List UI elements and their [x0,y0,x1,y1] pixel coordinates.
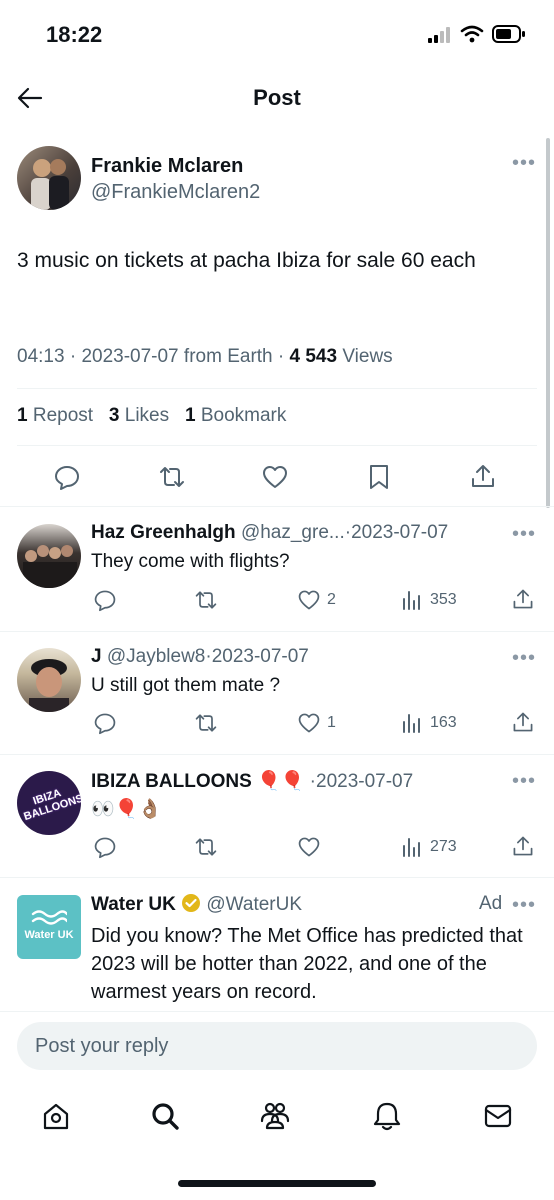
reply-icon[interactable] [93,588,117,612]
post-text: 3 music on tickets at pacha Ibiza for sa… [17,249,476,272]
post-time: 04:13 [17,346,65,367]
notifications-icon[interactable] [372,1100,402,1132]
more-options-icon[interactable]: ••• [512,523,536,546]
author-name[interactable]: Frankie Mclaren [91,155,243,178]
reply-header: J @Jayblew8·2023-07-07 [91,646,309,667]
views-count: 163 [430,714,457,731]
reply-input[interactable]: Post your reply [17,1022,537,1070]
divider [0,877,554,878]
reply-icon[interactable] [53,463,81,491]
home-indicator[interactable] [178,1180,376,1187]
more-options-icon[interactable]: ••• [512,647,536,670]
water-uk-logo-text: Water UK [24,929,74,941]
views-icon[interactable] [401,712,423,734]
views-count: 4 543 [289,346,338,367]
reply-icon[interactable] [93,711,117,735]
divider [0,631,554,632]
bookmarks-stat[interactable]: 1 Bookmark [185,405,286,426]
reply-author-name[interactable]: Haz Greenhalgh [91,522,236,543]
author-avatar[interactable] [17,146,81,210]
reply-date: 2023-07-07 [211,646,309,667]
search-icon[interactable] [150,1101,180,1131]
likes-count: 3 [108,405,120,426]
divider [0,1011,554,1012]
post-date: 2023-07-07 [81,346,179,367]
reply-text: 👀🎈👌🏽 [91,799,162,820]
reply-header: Haz Greenhalgh @haz_gre...·2023-07-07 [91,522,449,543]
repost-icon[interactable] [193,588,219,612]
reply-author-handle[interactable]: @haz_gre... [241,522,345,543]
messages-icon[interactable] [483,1103,513,1129]
status-time: 18:22 [46,22,103,47]
divider [0,506,554,507]
views-count: 273 [430,838,457,855]
ibiza-balloons-logo: IBIZA BALLOONS [22,787,81,824]
like-icon[interactable] [297,588,321,612]
communities-icon[interactable] [258,1101,292,1131]
verified-badge-icon [181,893,201,913]
page-title: Post [253,85,301,110]
views-label: Views [342,346,393,367]
likes-label: Likes [124,405,170,426]
reply-author-name[interactable]: J [91,646,102,667]
cellular-signal-icon [428,27,454,43]
reply-text: U still got them mate ? [91,675,281,696]
reply-avatar[interactable] [17,524,81,588]
reply-avatar[interactable]: IBIZA BALLOONS [17,771,81,835]
repost-icon[interactable] [157,463,187,491]
more-options-icon[interactable]: ••• [512,894,536,917]
author-handle[interactable]: @FrankieMclaren2 [91,181,260,204]
bookmark-icon[interactable] [366,463,392,491]
like-icon[interactable] [261,463,289,491]
ad-label: Ad [479,893,503,914]
repost-icon[interactable] [193,835,219,859]
reply-date: 2023-07-07 [316,771,414,792]
ad-author-name[interactable]: Water UK [91,894,176,915]
views-icon[interactable] [401,589,423,611]
post-source: from Earth [183,346,273,367]
reposts-stat[interactable]: 1 Repost [17,405,93,426]
advertiser-avatar[interactable]: Water UK [17,895,81,959]
ad-author-handle[interactable]: @WaterUK [206,894,302,915]
reposts-count: 1 [17,405,28,426]
ad-header: Water UK @WaterUK [91,893,302,916]
post-meta: 04:13 · 2023-07-07 from Earth · 4 543 Vi… [17,346,393,367]
share-icon[interactable] [511,587,535,611]
share-icon[interactable] [511,834,535,858]
scrollbar[interactable] [546,138,550,508]
divider [17,445,537,446]
wifi-icon [460,25,484,43]
post-stats: 1 Repost 3 Likes 1 Bookmark [17,405,286,427]
reply-header: IBIZA BALLOONS 🎈🎈 ·2023-07-07 [91,771,414,792]
reply-author-handle[interactable]: @Jayblew8 [107,646,206,667]
views-icon[interactable] [401,836,423,858]
reply-date: 2023-07-07 [351,522,449,543]
divider [0,754,554,755]
reply-avatar[interactable] [17,648,81,712]
more-options-icon[interactable]: ••• [512,152,536,175]
like-icon[interactable] [297,835,321,859]
like-icon[interactable] [297,711,321,735]
home-icon[interactable] [41,1101,71,1131]
battery-icon [492,25,526,43]
reply-icon[interactable] [93,835,117,859]
reply-text: They come with flights? [91,551,290,572]
share-icon[interactable] [469,462,497,490]
like-count: 2 [327,591,336,608]
ad-text: Did you know? The Met Office has predict… [91,925,523,1003]
views-count: 353 [430,591,457,608]
bookmarks-label: Bookmark [200,405,287,426]
repost-icon[interactable] [193,711,219,735]
bookmarks-count: 1 [184,405,196,426]
reposts-label: Repost [32,405,94,426]
likes-stat[interactable]: 3 Likes [109,405,169,426]
share-icon[interactable] [511,710,535,734]
like-count: 1 [327,714,336,731]
divider [17,388,537,389]
reply-author-name[interactable]: IBIZA BALLOONS 🎈🎈 [91,771,304,792]
more-options-icon[interactable]: ••• [512,770,536,793]
